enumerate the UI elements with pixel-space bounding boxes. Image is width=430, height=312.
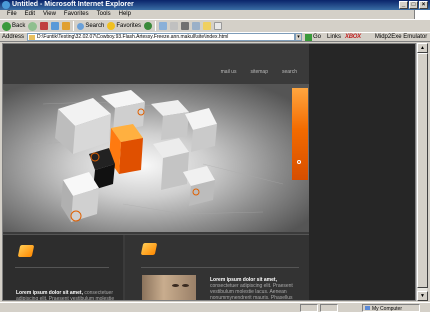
page-viewport: mail us sitemap search Lorem ipsum dolor… — [2, 43, 416, 301]
scroll-up-icon[interactable]: ▲ — [417, 43, 428, 53]
star-icon — [107, 22, 116, 30]
security-zone: My Computer — [362, 304, 420, 312]
search-button[interactable]: Search — [77, 22, 105, 30]
standard-toolbar: Back Search Favorites — [0, 19, 430, 32]
media-icon[interactable] — [144, 22, 153, 30]
go-arrow-icon — [305, 33, 313, 41]
menu-view[interactable]: View — [39, 10, 60, 19]
nav-mail-us[interactable]: mail us — [221, 69, 237, 75]
status-bar: My Computer — [0, 302, 430, 312]
windows-logo-icon — [414, 10, 430, 19]
home-icon[interactable] — [62, 22, 71, 30]
status-cell — [320, 304, 338, 312]
stop-icon[interactable] — [40, 22, 49, 30]
address-input[interactable]: D:\Funtik\Testing\32.02.07\Cowboy.93.Fla… — [27, 33, 296, 41]
left-column-text: Lorem ipsum dolor sit amet, consectetuer… — [16, 290, 116, 300]
folder-icon[interactable] — [203, 22, 212, 30]
go-label: Go — [313, 34, 322, 40]
window-controls: _ □ × — [399, 1, 428, 9]
toolbar-separator — [73, 21, 75, 31]
window-title: Untitled - Microsoft Internet Explorer — [12, 1, 134, 8]
left-column: Lorem ipsum dolor sit amet, consectetuer… — [3, 235, 123, 300]
right-text-body: consectetuer adipiscing elit. Praesent v… — [210, 283, 293, 301]
menu-tools[interactable]: Tools — [93, 10, 115, 19]
right-column: Lorem ipsum dolor sit amet, consectetuer… — [125, 235, 309, 301]
folder-icon — [17, 245, 35, 257]
person-photo — [142, 275, 196, 300]
vertical-scrollbar[interactable]: ▲ ▼ — [416, 43, 428, 301]
go-button[interactable]: Go — [305, 32, 321, 42]
history-icon[interactable] — [159, 22, 168, 30]
scroll-thumb[interactable] — [417, 53, 428, 288]
cubes-illustration — [32, 90, 284, 222]
favorites-label: Favorites — [116, 23, 142, 29]
menu-favorites[interactable]: Favorites — [60, 10, 93, 19]
right-column-text: Lorem ipsum dolor sit amet, consectetuer… — [210, 277, 306, 301]
refresh-icon[interactable] — [51, 22, 60, 30]
title-bar: Untitled - Microsoft Internet Explorer _… — [0, 0, 430, 10]
messenger-icon[interactable] — [214, 22, 223, 30]
maximize-button[interactable]: □ — [409, 1, 418, 9]
xbox-link[interactable]: XBOX — [345, 32, 361, 42]
scroll-down-icon[interactable]: ▼ — [417, 291, 428, 301]
site-nav: mail us sitemap search — [221, 69, 297, 75]
minimize-button[interactable]: _ — [399, 1, 408, 9]
forward-button[interactable] — [28, 21, 38, 31]
search-label: Search — [85, 23, 105, 29]
status-cell — [300, 304, 318, 312]
nav-sitemap[interactable]: sitemap — [250, 69, 268, 75]
website: mail us sitemap search Lorem ipsum dolor… — [3, 44, 309, 301]
nav-search[interactable]: search — [282, 69, 297, 75]
print-icon[interactable] — [181, 22, 190, 30]
emulator-link[interactable]: Midp2Exe Emulator — [375, 32, 427, 42]
divider — [141, 267, 299, 268]
menu-edit[interactable]: Edit — [21, 10, 39, 19]
address-label: Address — [2, 34, 25, 40]
site-header: mail us sitemap search — [3, 44, 309, 84]
back-label: Back — [12, 23, 26, 29]
mail-icon[interactable] — [170, 22, 179, 30]
hero-banner — [3, 84, 309, 232]
links-label[interactable]: Links — [327, 32, 341, 42]
search-icon — [77, 22, 85, 30]
edit-icon[interactable] — [192, 22, 201, 30]
favorites-button[interactable]: Favorites — [107, 22, 141, 30]
menu-bar: File Edit View Favorites Tools Help — [0, 10, 430, 19]
folder-icon — [140, 243, 158, 255]
back-button[interactable]: Back — [2, 21, 26, 31]
menu-file[interactable]: File — [3, 10, 21, 19]
close-button[interactable]: × — [419, 1, 428, 9]
ie-icon — [2, 1, 10, 9]
menu-help[interactable]: Help — [115, 10, 135, 19]
divider — [15, 267, 109, 268]
hero-accent-bar — [292, 88, 308, 180]
back-arrow-icon — [2, 21, 11, 31]
browser-window: Untitled - Microsoft Internet Explorer _… — [0, 0, 430, 312]
toolbar-separator — [155, 21, 157, 31]
bullet-icon — [297, 160, 301, 164]
address-dropdown-icon[interactable]: ▾ — [295, 33, 303, 41]
address-bar: Address D:\Funtik\Testing\32.02.07\Cowbo… — [0, 32, 430, 42]
